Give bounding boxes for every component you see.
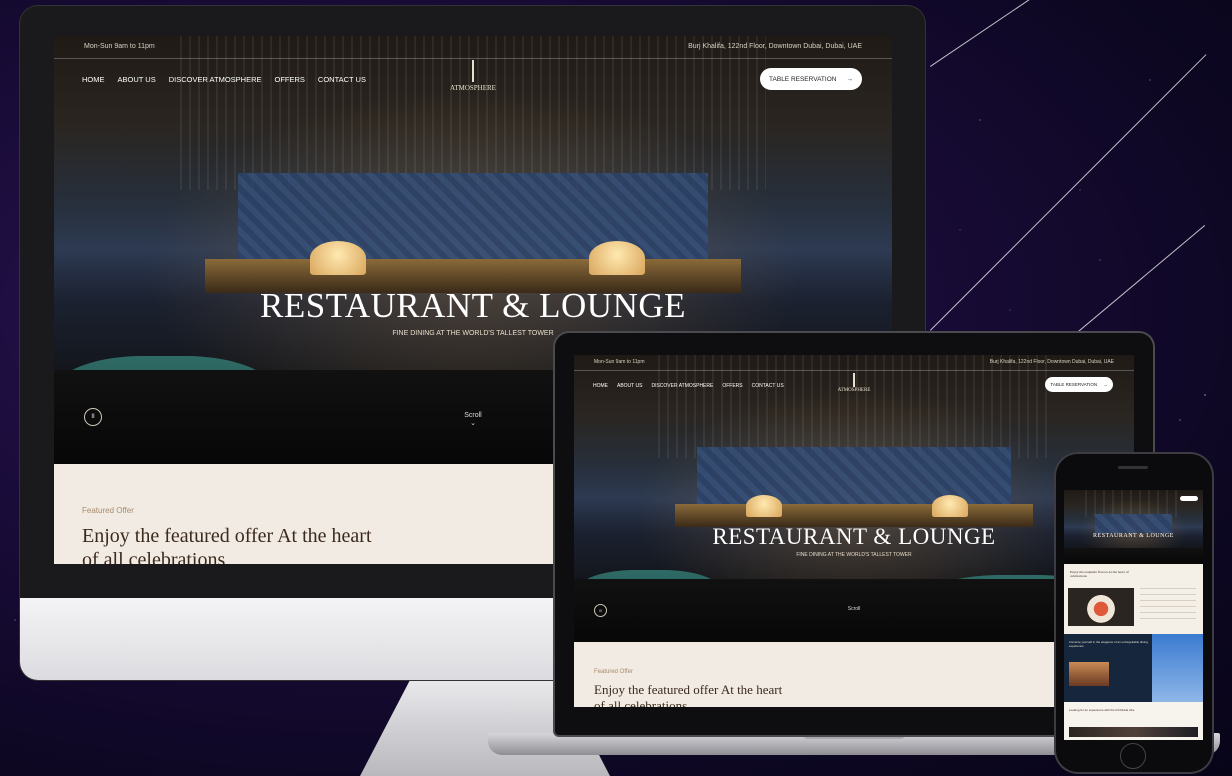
nav-discover-atmosphere[interactable]: DISCOVER ATMOSPHERE xyxy=(651,383,713,389)
tower-image xyxy=(1152,634,1203,702)
site-logo[interactable]: ATMOSPHERE xyxy=(438,60,508,92)
hero-section: RESTAURANT & LOUNGE xyxy=(1064,490,1203,564)
arrow-right-icon: → xyxy=(1103,382,1108,387)
featured-offer-heading: Enjoy the featured offer At the heart of… xyxy=(82,525,372,564)
address: Burj Khalifa, 122nd Floor, Downtown Duba… xyxy=(688,43,862,50)
experience-section: Looking for an experience with the full … xyxy=(1064,702,1203,740)
address: Burj Khalifa, 122nd Floor, Downtown Duba… xyxy=(989,359,1114,365)
main-nav: HOME ABOUT US DISCOVER ATMOSPHERE OFFERS… xyxy=(593,383,784,389)
logo-text: ATMOSPHERE xyxy=(837,388,871,393)
lamp-decor xyxy=(310,241,366,275)
scroll-indicator[interactable]: Scroll xyxy=(574,606,1134,612)
offer-details xyxy=(1140,588,1196,622)
featured-offer-heading: Enjoy the featured offer At the heart of… xyxy=(594,682,783,707)
hero-title: RESTAURANT & LOUNGE xyxy=(1093,533,1174,539)
arrow-right-icon: → xyxy=(846,75,853,83)
opening-hours: Mon-Sun 9am to 11pm xyxy=(594,359,645,365)
floor-decor xyxy=(1064,547,1203,564)
lamp-decor xyxy=(932,495,968,517)
hero-section: Mon-Sun 9am to 11pm Burj Khalifa, 122nd … xyxy=(574,355,1134,642)
offer-heading: Enjoy the exquisite flavors At the heart… xyxy=(1070,570,1129,578)
nav-about-us[interactable]: ABOUT US xyxy=(118,75,156,84)
table-reservation-button[interactable] xyxy=(1180,496,1198,501)
info-bar: Mon-Sun 9am to 11pm Burj Khalifa, 122nd … xyxy=(54,36,892,59)
hero-title: RESTAURANT & LOUNGE xyxy=(712,524,996,549)
nav-home[interactable]: HOME xyxy=(593,383,608,389)
main-nav: HOME ABOUT US DISCOVER ATMOSPHERE OFFERS… xyxy=(82,75,366,84)
experience-title: Looking for an experience with the full … xyxy=(1069,708,1135,712)
table-reservation-button[interactable]: TABLE RESERVATION → xyxy=(1045,377,1113,392)
reservation-label: TABLE RESERVATION xyxy=(769,75,837,83)
info-bar: Mon-Sun 9am to 11pm Burj Khalifa, 122nd … xyxy=(574,355,1134,371)
offer-block: Enjoy the exquisite flavors At the heart… xyxy=(1064,564,1203,634)
phone-speaker xyxy=(1118,466,1148,469)
logo-text: ATMOSPHERE xyxy=(450,84,496,92)
hero-title: RESTAURANT & LOUNGE xyxy=(259,286,687,325)
laptop-screen: Mon-Sun 9am to 11pm Burj Khalifa, 122nd … xyxy=(574,355,1134,707)
nav-home[interactable]: HOME xyxy=(82,75,105,84)
nav-discover-atmosphere[interactable]: DISCOVER ATMOSPHERE xyxy=(169,75,262,84)
featured-offer-label: Featured Offer xyxy=(82,506,134,515)
nav-about-us[interactable]: ABOUT US xyxy=(617,383,642,389)
table-reservation-button[interactable]: TABLE RESERVATION → xyxy=(760,68,862,90)
tower-logo-icon xyxy=(853,373,855,387)
featured-offer-label: Featured Offer xyxy=(594,669,633,675)
food-image xyxy=(1069,662,1109,686)
mosaic-wall xyxy=(1094,513,1173,533)
lamp-decor xyxy=(746,495,782,517)
lamp-decor xyxy=(589,241,645,275)
chandelier-decor xyxy=(1084,490,1183,517)
gallery-strip xyxy=(1069,727,1198,737)
phone-screen: RESTAURANT & LOUNGE Enjoy the exquisite … xyxy=(1064,490,1203,740)
nav-offers[interactable]: OFFERS xyxy=(275,75,305,84)
site-logo[interactable]: ATMOSPHERE xyxy=(829,373,879,393)
promo-text: Immerse yourself in the elegance of an u… xyxy=(1069,640,1148,648)
hero-subtitle: FINE DINING AT THE WORLD'S TALLEST TOWER xyxy=(796,552,912,558)
home-button-icon[interactable] xyxy=(1120,743,1146,769)
promo-band: Immerse yourself in the elegance of an u… xyxy=(1064,634,1203,702)
featured-offer-section: Featured Offer Enjoy the featured offer … xyxy=(574,642,1134,707)
tower-logo-icon xyxy=(472,60,474,82)
dessert-image xyxy=(1068,588,1134,626)
opening-hours: Mon-Sun 9am to 11pm xyxy=(84,43,155,50)
nav-contact-us[interactable]: CONTACT US xyxy=(752,383,784,389)
reservation-label: TABLE RESERVATION xyxy=(1050,382,1098,387)
nav-offers[interactable]: OFFERS xyxy=(722,383,742,389)
scroll-label: Scroll xyxy=(847,606,861,612)
nav-contact-us[interactable]: CONTACT US xyxy=(318,75,366,84)
